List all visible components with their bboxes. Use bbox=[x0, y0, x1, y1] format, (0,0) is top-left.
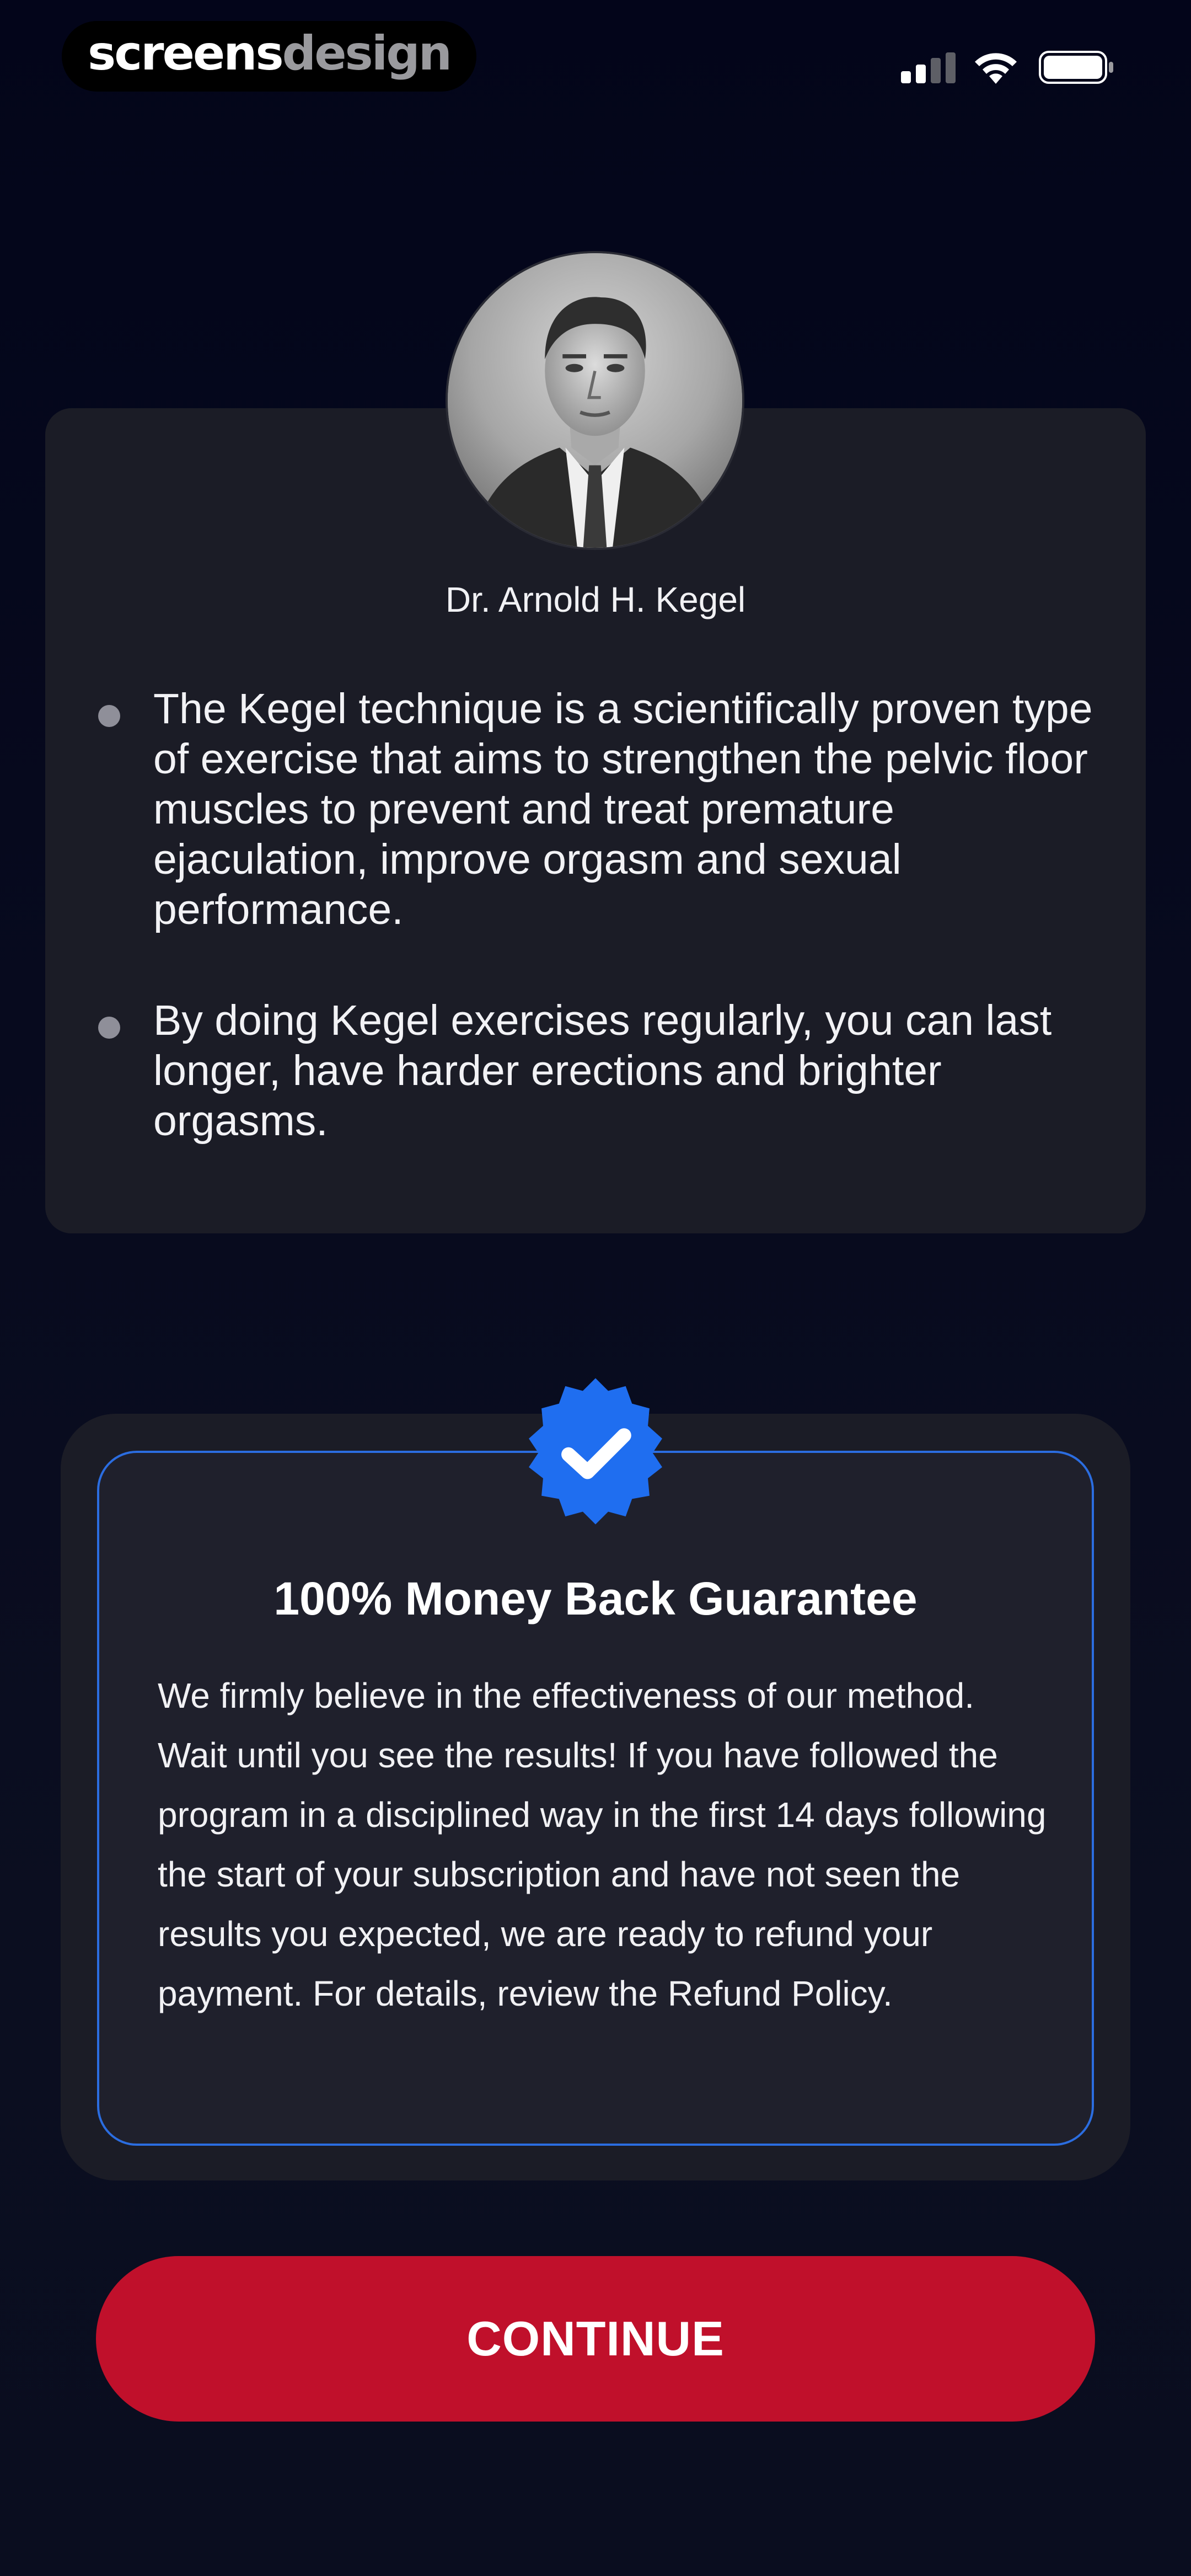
bullet-text: The Kegel technique is a scientifically … bbox=[153, 685, 1093, 933]
brand-logo: screensdesign bbox=[62, 21, 476, 92]
wifi-icon bbox=[975, 53, 1017, 84]
guarantee-title: 100% Money Back Guarantee bbox=[273, 1573, 918, 1624]
bullet-text: By doing Kegel exercises regularly, you … bbox=[153, 997, 1052, 1145]
battery-icon bbox=[1039, 51, 1113, 84]
bullet-item: By doing Kegel exercises regularly, you … bbox=[98, 996, 1096, 1146]
bullet-dot bbox=[98, 1017, 120, 1039]
verified-check-icon bbox=[529, 1378, 662, 1525]
doctor-portrait bbox=[446, 251, 744, 550]
guarantee-body: We firmly believe in the effectiveness o… bbox=[158, 1676, 1047, 2013]
brand-wordmark: screensdesign bbox=[88, 26, 452, 81]
continue-button[interactable]: CONTINUE bbox=[96, 2256, 1095, 2422]
doctor-name: Dr. Arnold H. Kegel bbox=[445, 580, 746, 619]
bullet-item: The Kegel technique is a scientifically … bbox=[98, 684, 1096, 935]
bullet-dot bbox=[98, 705, 120, 727]
signal-icon bbox=[901, 52, 956, 83]
